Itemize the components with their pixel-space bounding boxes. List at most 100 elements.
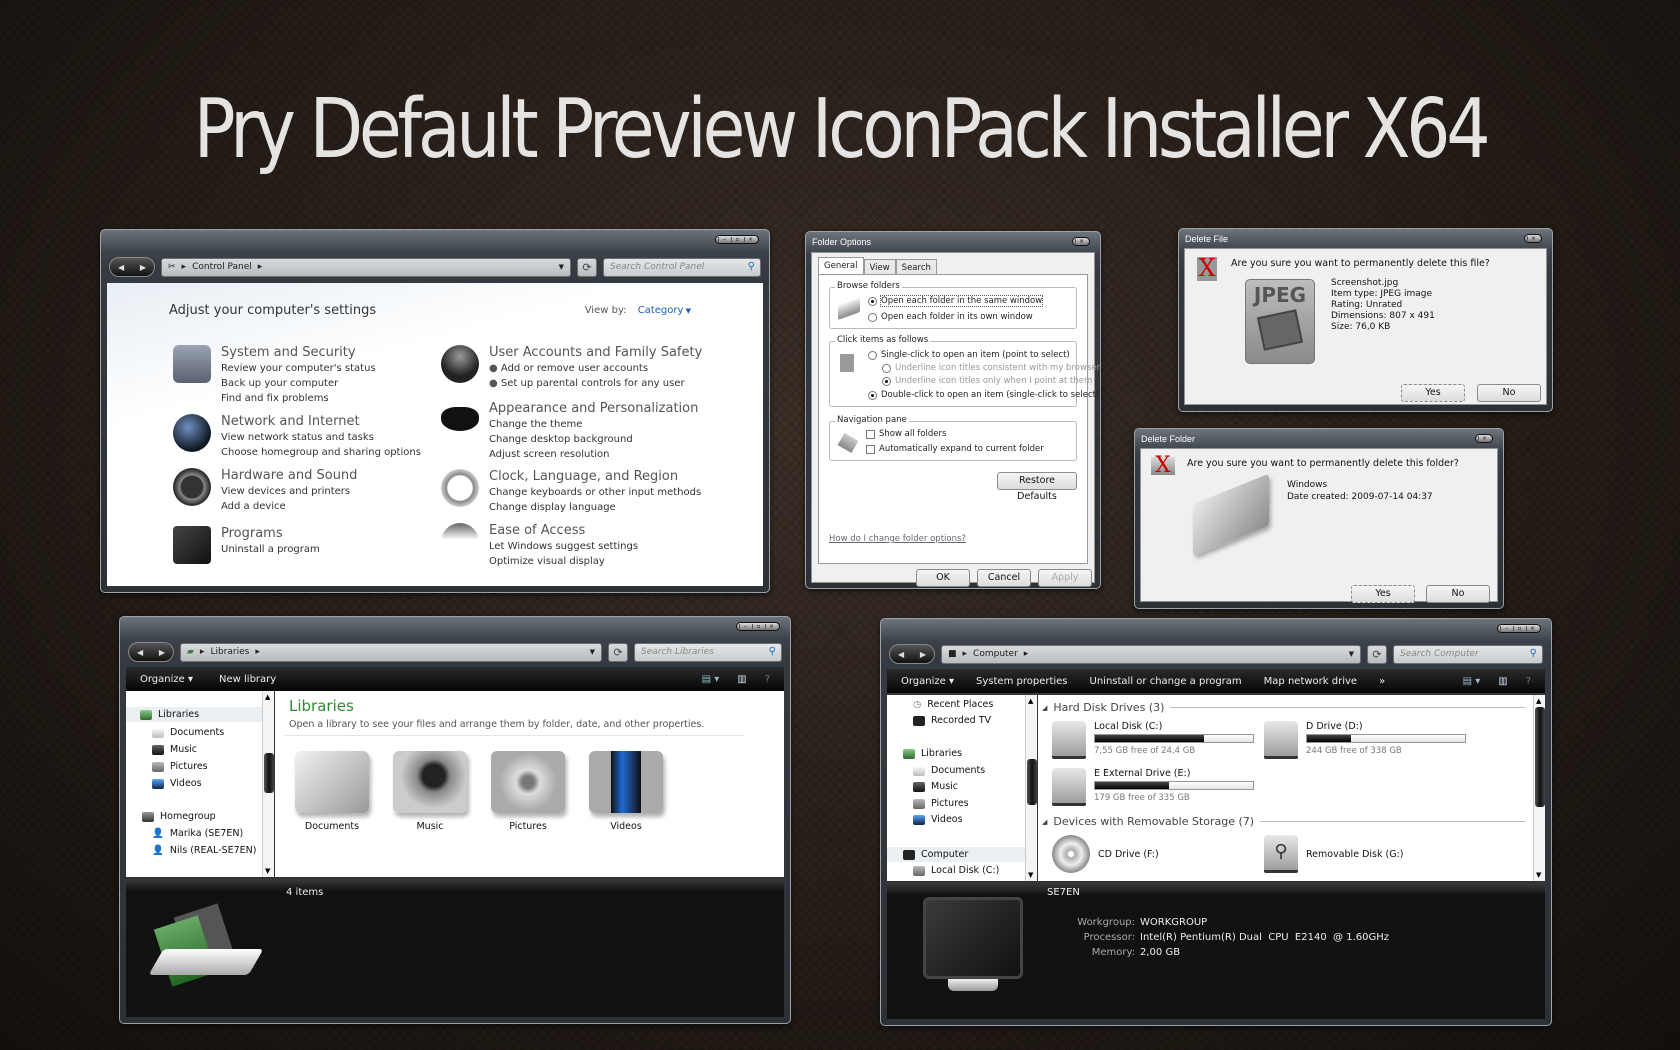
address-dropdown-icon[interactable]: ▼	[559, 263, 564, 271]
removable-section-header[interactable]: ◢ Devices with Removable Storage (7)	[1042, 815, 1525, 828]
new-library-button[interactable]: New library	[219, 674, 276, 685]
window-controls[interactable]: – ▫ ×	[715, 235, 759, 244]
category-title[interactable]: Network and Internet	[221, 414, 421, 429]
category-link[interactable]: Uninstall a program	[221, 542, 320, 557]
back-arrow-icon[interactable]: ◀	[118, 263, 124, 272]
maximize-button[interactable]: ▫	[752, 624, 764, 630]
back-forward-buttons[interactable]: ◀ ▶	[109, 257, 155, 277]
help-icon[interactable]: ?	[765, 674, 770, 685]
scroll-down-arrow-icon[interactable]: ▼	[265, 867, 270, 875]
minimize-button[interactable]: –	[1500, 626, 1512, 632]
restore-defaults-button[interactable]: Restore Defaults	[997, 472, 1077, 502]
yes-button[interactable]: Yes	[1351, 585, 1415, 603]
forward-arrow-icon[interactable]: ▶	[140, 263, 146, 272]
view-options-icon[interactable]: ▤ ▾	[1463, 676, 1481, 687]
category-link[interactable]: Back up your computer	[221, 376, 376, 391]
search-icon[interactable]: ⚲	[748, 261, 755, 272]
sidebar-item-local-disk[interactable]: Local Disk (C:)	[913, 865, 999, 876]
library-music[interactable]: Music	[385, 751, 475, 832]
search-input[interactable]: Search Libraries ⚲	[634, 642, 782, 662]
search-input[interactable]: Search Computer ⚲	[1393, 644, 1543, 664]
category-link[interactable]: Change keyboards or other input methods	[489, 485, 701, 500]
sidebar-scrollbar[interactable]: ▲ ▼	[262, 691, 274, 877]
close-button[interactable]: ×	[744, 237, 756, 243]
close-button[interactable]: ×	[1475, 434, 1493, 443]
no-button[interactable]: No	[1426, 585, 1490, 603]
sidebar-item-music[interactable]: Music	[152, 744, 197, 755]
minimize-button[interactable]: –	[718, 237, 730, 243]
sidebar-scrollbar[interactable]: ▲ ▼	[1025, 695, 1037, 881]
category-link[interactable]: Adjust screen resolution	[489, 447, 698, 462]
category-link[interactable]: Review your computer's status	[221, 361, 376, 376]
category-link[interactable]: Change the theme	[489, 417, 698, 432]
category-link[interactable]: Change desktop background	[489, 432, 698, 447]
more-commands-button[interactable]: »	[1379, 676, 1385, 687]
minimize-button[interactable]: –	[739, 624, 751, 630]
back-forward-buttons[interactable]: ◀ ▶	[889, 644, 935, 664]
category-link[interactable]: ● Set up parental controls for any user	[489, 376, 702, 391]
sidebar-item-recent-places[interactable]: ◷ Recent Places	[913, 699, 993, 710]
apply-button[interactable]: Apply	[1038, 569, 1092, 587]
sidebar-item-videos[interactable]: Videos	[913, 814, 963, 825]
category-link[interactable]: ● Add or remove user accounts	[489, 361, 702, 376]
category-title[interactable]: Appearance and Personalization	[489, 401, 698, 416]
yes-button[interactable]: Yes	[1401, 384, 1465, 402]
scrollbar-thumb[interactable]	[1027, 759, 1037, 805]
library-pictures[interactable]: Pictures	[483, 751, 573, 832]
close-button[interactable]: ×	[765, 624, 777, 630]
checkbox-auto-expand[interactable]: Automatically expand to current folder	[866, 444, 1044, 454]
sidebar-item-libraries[interactable]: Libraries	[903, 748, 962, 759]
breadcrumb-control-panel[interactable]: Control Panel	[192, 262, 252, 272]
scroll-down-arrow-icon[interactable]: ▼	[1536, 871, 1541, 879]
sidebar-item-recorded-tv[interactable]: Recorded TV	[913, 715, 991, 726]
breadcrumb-computer[interactable]: Computer	[973, 649, 1018, 659]
collapse-arrow-icon[interactable]: ◢	[1042, 818, 1047, 826]
close-button[interactable]: ×	[1526, 626, 1538, 632]
back-arrow-icon[interactable]: ◀	[898, 650, 904, 659]
category-link[interactable]: View devices and printers	[221, 484, 357, 499]
search-icon[interactable]: ⚲	[1530, 648, 1537, 659]
category-title[interactable]: Programs	[221, 526, 320, 541]
category-title[interactable]: Clock, Language, and Region	[489, 469, 701, 484]
sidebar-item-documents[interactable]: Documents	[913, 765, 985, 776]
address-dropdown-icon[interactable]: ▼	[590, 648, 595, 656]
category-title[interactable]: User Accounts and Family Safety	[489, 345, 702, 360]
forward-arrow-icon[interactable]: ▶	[159, 648, 165, 657]
map-network-drive-button[interactable]: Map network drive	[1264, 676, 1357, 687]
refresh-button[interactable]: ⟳	[608, 642, 628, 662]
close-button[interactable]: ×	[1072, 237, 1090, 246]
cancel-button[interactable]: Cancel	[977, 569, 1031, 587]
checkbox-show-all-folders[interactable]: Show all folders	[866, 429, 946, 439]
category-link[interactable]: Change display language	[489, 500, 701, 515]
address-dropdown-icon[interactable]: ▼	[1349, 650, 1354, 658]
help-link[interactable]: How do I change folder options?	[829, 534, 966, 544]
organize-menu[interactable]: Organize ▾	[901, 676, 954, 687]
radio-underline-browser[interactable]: Underline icon titles consistent with my…	[882, 363, 1100, 373]
uninstall-program-button[interactable]: Uninstall or change a program	[1090, 676, 1242, 687]
sidebar-item-user[interactable]: 👤 Nils (REAL-SE7EN)	[152, 845, 256, 856]
address-bar[interactable]: ✂ ▸ Control Panel ▸ ▼	[161, 257, 571, 277]
address-bar[interactable]: ■ ▸ Computer ▸ ▼	[941, 644, 1361, 664]
window-controls[interactable]: – ▫ ×	[1497, 624, 1541, 633]
library-videos[interactable]: Videos	[581, 751, 671, 832]
organize-menu[interactable]: Organize ▾	[140, 674, 193, 685]
preview-pane-icon[interactable]: ▥	[737, 674, 746, 685]
cd-drive-tile[interactable]: CD Drive (F:)	[1052, 835, 1159, 873]
drive-tile[interactable]: E External Drive (E:) 179 GB free of 335 …	[1052, 768, 1254, 806]
sidebar-item-pictures[interactable]: Pictures	[913, 798, 969, 809]
sidebar-item-music[interactable]: Music	[913, 781, 958, 792]
removable-disk-tile[interactable]: ⚲ Removable Disk (G:)	[1264, 835, 1403, 873]
back-forward-buttons[interactable]: ◀ ▶	[128, 642, 174, 662]
content-scrollbar[interactable]: ▲ ▼	[1533, 695, 1545, 881]
scrollbar-thumb[interactable]	[264, 753, 274, 793]
help-icon[interactable]: ?	[1526, 676, 1531, 687]
search-input[interactable]: Search Control Panel ⚲	[603, 257, 761, 277]
sidebar-item-libraries[interactable]: Libraries	[126, 707, 262, 722]
hard-disk-section-header[interactable]: ◢ Hard Disk Drives (3)	[1042, 701, 1525, 714]
no-button[interactable]: No	[1477, 384, 1541, 402]
scroll-down-arrow-icon[interactable]: ▼	[1028, 871, 1033, 879]
preview-pane-icon[interactable]: ▥	[1498, 676, 1507, 687]
sidebar-item-computer[interactable]: Computer	[887, 847, 1025, 862]
radio-own-window[interactable]: Open each folder in its own window	[868, 312, 1033, 322]
refresh-button[interactable]: ⟳	[1367, 644, 1387, 664]
